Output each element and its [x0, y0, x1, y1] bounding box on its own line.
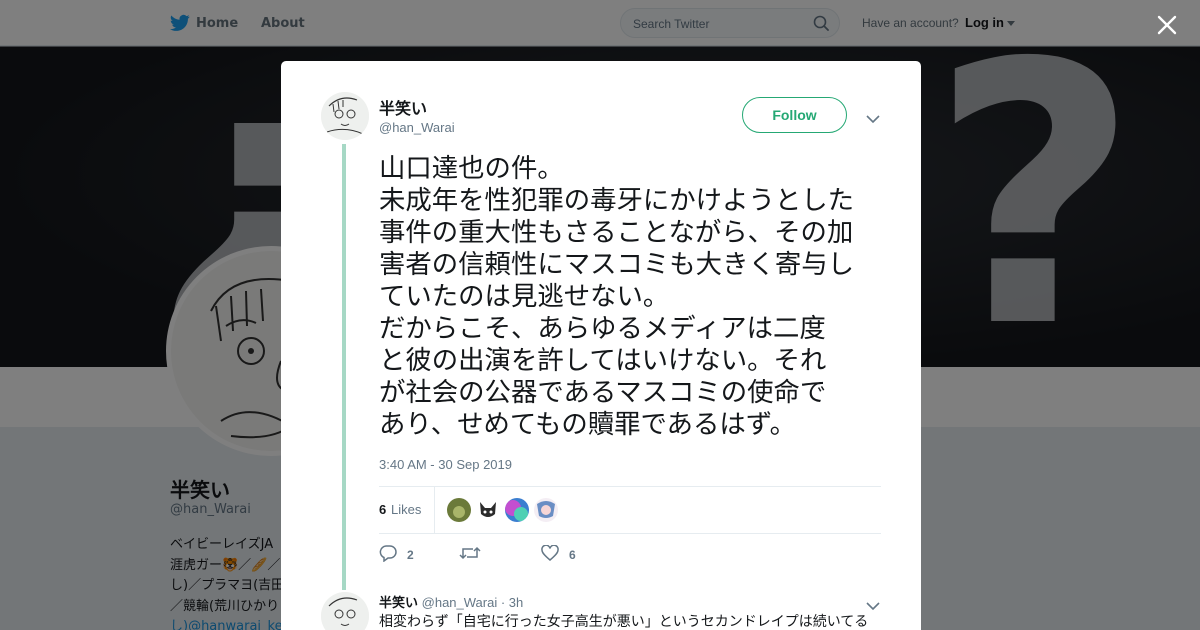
reply-time[interactable]: · 3h	[501, 595, 523, 610]
follow-button[interactable]: Follow	[742, 97, 847, 133]
like-action[interactable]: 6	[541, 543, 576, 567]
liker-avatar[interactable]	[447, 498, 471, 522]
tweet-text-line: 害者の信頼性にマスコミも大きく寄与し	[379, 249, 855, 280]
retweet-action[interactable]	[459, 543, 491, 567]
tweet-actions: 2 6	[379, 543, 679, 567]
reply-author-name[interactable]: 半笑い	[379, 596, 418, 611]
author-avatar[interactable]	[321, 92, 369, 140]
chevron-down-icon[interactable]	[866, 109, 880, 128]
author-handle[interactable]: @han_Warai	[379, 120, 455, 135]
tweet-text-line: 山口達也の件。	[379, 153, 564, 184]
reply-text: 相変わらず「自宅に行った女子高生が悪い」というセカンドレイプは続いてる	[379, 614, 869, 630]
reply-author-handle[interactable]: @han_Warai	[422, 595, 498, 610]
reply-count: 2	[407, 548, 414, 562]
reply-header: 半笑い @han_Warai · 3h	[379, 592, 523, 611]
reply-icon[interactable]	[379, 544, 397, 566]
tweet-text-line: あり、せめてもの贖罪であるはず。	[379, 409, 796, 440]
reply-author-avatar[interactable]	[321, 592, 369, 630]
tweet-text-line: 未成年を性犯罪の毒牙にかけようとした	[379, 185, 855, 216]
tweet-text-line: 事件の重大性もさることながら、その加	[379, 217, 854, 248]
tweet-text-line: と彼の出演を許してはいけない。それ	[379, 345, 827, 376]
stats-divider	[434, 487, 435, 533]
tweet-text-line: だからこそ、あらゆるメディアは二度	[379, 313, 826, 344]
tweet-text-line: が社会の公器であるマスコミの使命で	[379, 377, 827, 408]
heart-icon[interactable]	[541, 544, 559, 565]
tweet-modal: 半笑い @han_Warai Follow 山口達也の件。 未成年を性犯罪の毒牙…	[281, 61, 921, 630]
liker-avatar[interactable]	[476, 498, 500, 522]
tweet-text: 山口達也の件。 未成年を性犯罪の毒牙にかけようとした 事件の重大性もさることなが…	[379, 153, 889, 441]
thread-line	[342, 144, 346, 590]
reply-action[interactable]: 2	[379, 543, 414, 567]
liker-avatar[interactable]	[505, 498, 529, 522]
likes-label[interactable]: Likes	[391, 502, 421, 517]
retweet-icon[interactable]	[459, 545, 481, 565]
tweet-stats: 6 Likes	[379, 486, 881, 534]
tweet-timestamp[interactable]: 3:40 AM - 30 Sep 2019	[379, 457, 512, 472]
liker-avatar[interactable]	[534, 498, 558, 522]
author-name[interactable]: 半笑い	[379, 95, 427, 119]
likes-count[interactable]: 6	[379, 502, 386, 517]
close-icon[interactable]	[1155, 13, 1179, 37]
like-count: 6	[569, 548, 576, 562]
tweet-text-line: ていたのは見逃せない。	[379, 281, 670, 312]
